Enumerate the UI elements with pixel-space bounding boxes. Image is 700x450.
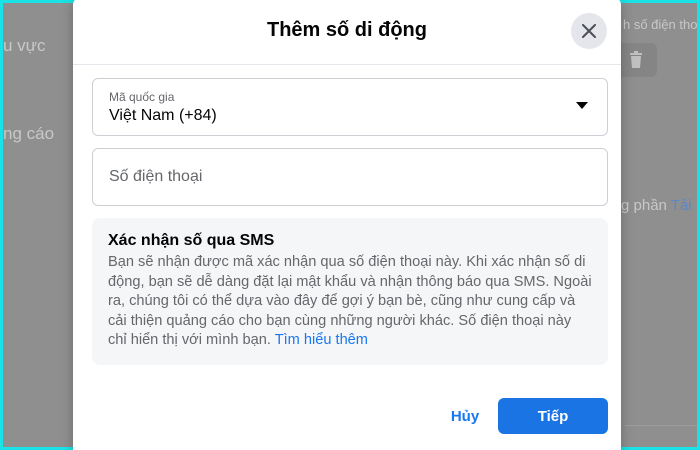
- bg-section-label: g phần: [621, 197, 667, 214]
- sms-info-box: Xác nhận số qua SMS Bạn sẽ nhận được mã …: [92, 218, 608, 365]
- cancel-button[interactable]: Hủy: [443, 398, 487, 434]
- bg-delete-button: [615, 43, 657, 77]
- country-code-label: Mã quốc gia: [109, 90, 175, 104]
- close-button[interactable]: [571, 13, 607, 49]
- bg-section-link: Tải: [670, 197, 692, 214]
- bg-menu-text-2: ng cáo: [3, 124, 55, 143]
- caret-down-icon: [576, 102, 588, 109]
- dialog-title: Thêm số di động: [267, 19, 427, 41]
- add-mobile-dialog: Thêm số di động Mã quốc gia Việt Nam (+8…: [73, 0, 621, 450]
- country-code-value: Việt Nam (+84): [109, 107, 217, 124]
- trash-icon: [630, 51, 642, 68]
- country-code-select[interactable]: Mã quốc gia Việt Nam (+84): [92, 78, 608, 136]
- phone-number-input[interactable]: [94, 150, 604, 204]
- sms-info-body: Bạn sẽ nhận được mã xác nhận qua số điện…: [108, 253, 592, 351]
- bg-phone-label: h số điện thoại: [623, 17, 697, 32]
- next-button[interactable]: Tiếp: [498, 398, 608, 434]
- dialog-header: Thêm số di động: [73, 0, 621, 65]
- bg-divider: [625, 425, 697, 426]
- close-icon: [582, 24, 596, 38]
- bg-menu-text-1: u vực: [3, 36, 46, 55]
- learn-more-link[interactable]: Tìm hiểu thêm: [275, 332, 368, 348]
- phone-number-field[interactable]: [92, 148, 608, 206]
- sms-info-title: Xác nhận số qua SMS: [108, 232, 275, 249]
- bg-section-text: g phần Tải: [621, 197, 692, 214]
